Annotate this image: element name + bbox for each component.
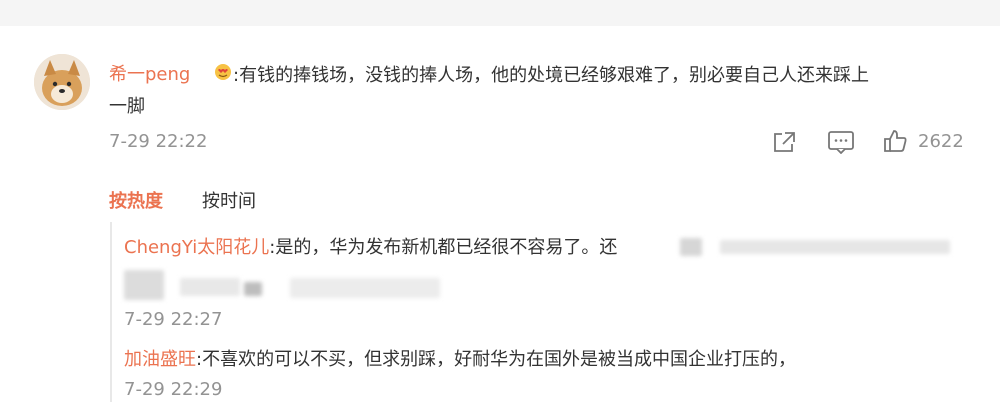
- comment-text: :有钱的捧钱场，没钱的捧人场，他的处境已经够艰难了，别必要自己人还来踩上: [233, 65, 870, 86]
- reply-item: ChengYi太阳花儿:是的，华为发布新机都已经很不容易了。还: [124, 233, 617, 259]
- share-icon[interactable]: [772, 130, 798, 154]
- blurred-region: [124, 270, 164, 300]
- face-hearts-emoji-icon: [215, 64, 231, 80]
- like-count: 2622: [918, 131, 964, 152]
- sort-by-time-tab[interactable]: 按时间: [202, 187, 256, 213]
- comment-text-continued: 一脚: [109, 96, 145, 117]
- blurred-region: [180, 278, 240, 296]
- blurred-region: [720, 240, 950, 254]
- reply-timestamp: 7-29 22:29: [124, 379, 223, 400]
- comment-icon[interactable]: [827, 130, 855, 154]
- reply-text: :不喜欢的可以不买，但求别踩，好耐华为在国外是被当成中国企业打压的，: [196, 349, 797, 370]
- blurred-region: [680, 238, 702, 256]
- reply-item: 加油盛旺:不喜欢的可以不买，但求别踩，好耐华为在国外是被当成中国企业打压的，: [124, 345, 796, 371]
- comment-timestamp: 7-29 22:22: [109, 131, 208, 152]
- thumbs-up-icon[interactable]: [882, 128, 908, 154]
- avatar[interactable]: [34, 54, 90, 110]
- sort-by-hot-tab[interactable]: 按热度: [109, 187, 163, 213]
- reply-username[interactable]: 加油盛旺: [124, 349, 196, 370]
- reply-username[interactable]: ChengYi太阳花儿: [124, 237, 269, 258]
- blurred-region: [290, 278, 440, 298]
- reply-timestamp: 7-29 22:27: [124, 309, 223, 330]
- blurred-region: [244, 282, 262, 296]
- comment-username[interactable]: 希一peng: [109, 60, 190, 86]
- reply-text: :是的，华为发布新机都已经很不容易了。还: [269, 237, 618, 258]
- top-divider-band: [0, 0, 1000, 26]
